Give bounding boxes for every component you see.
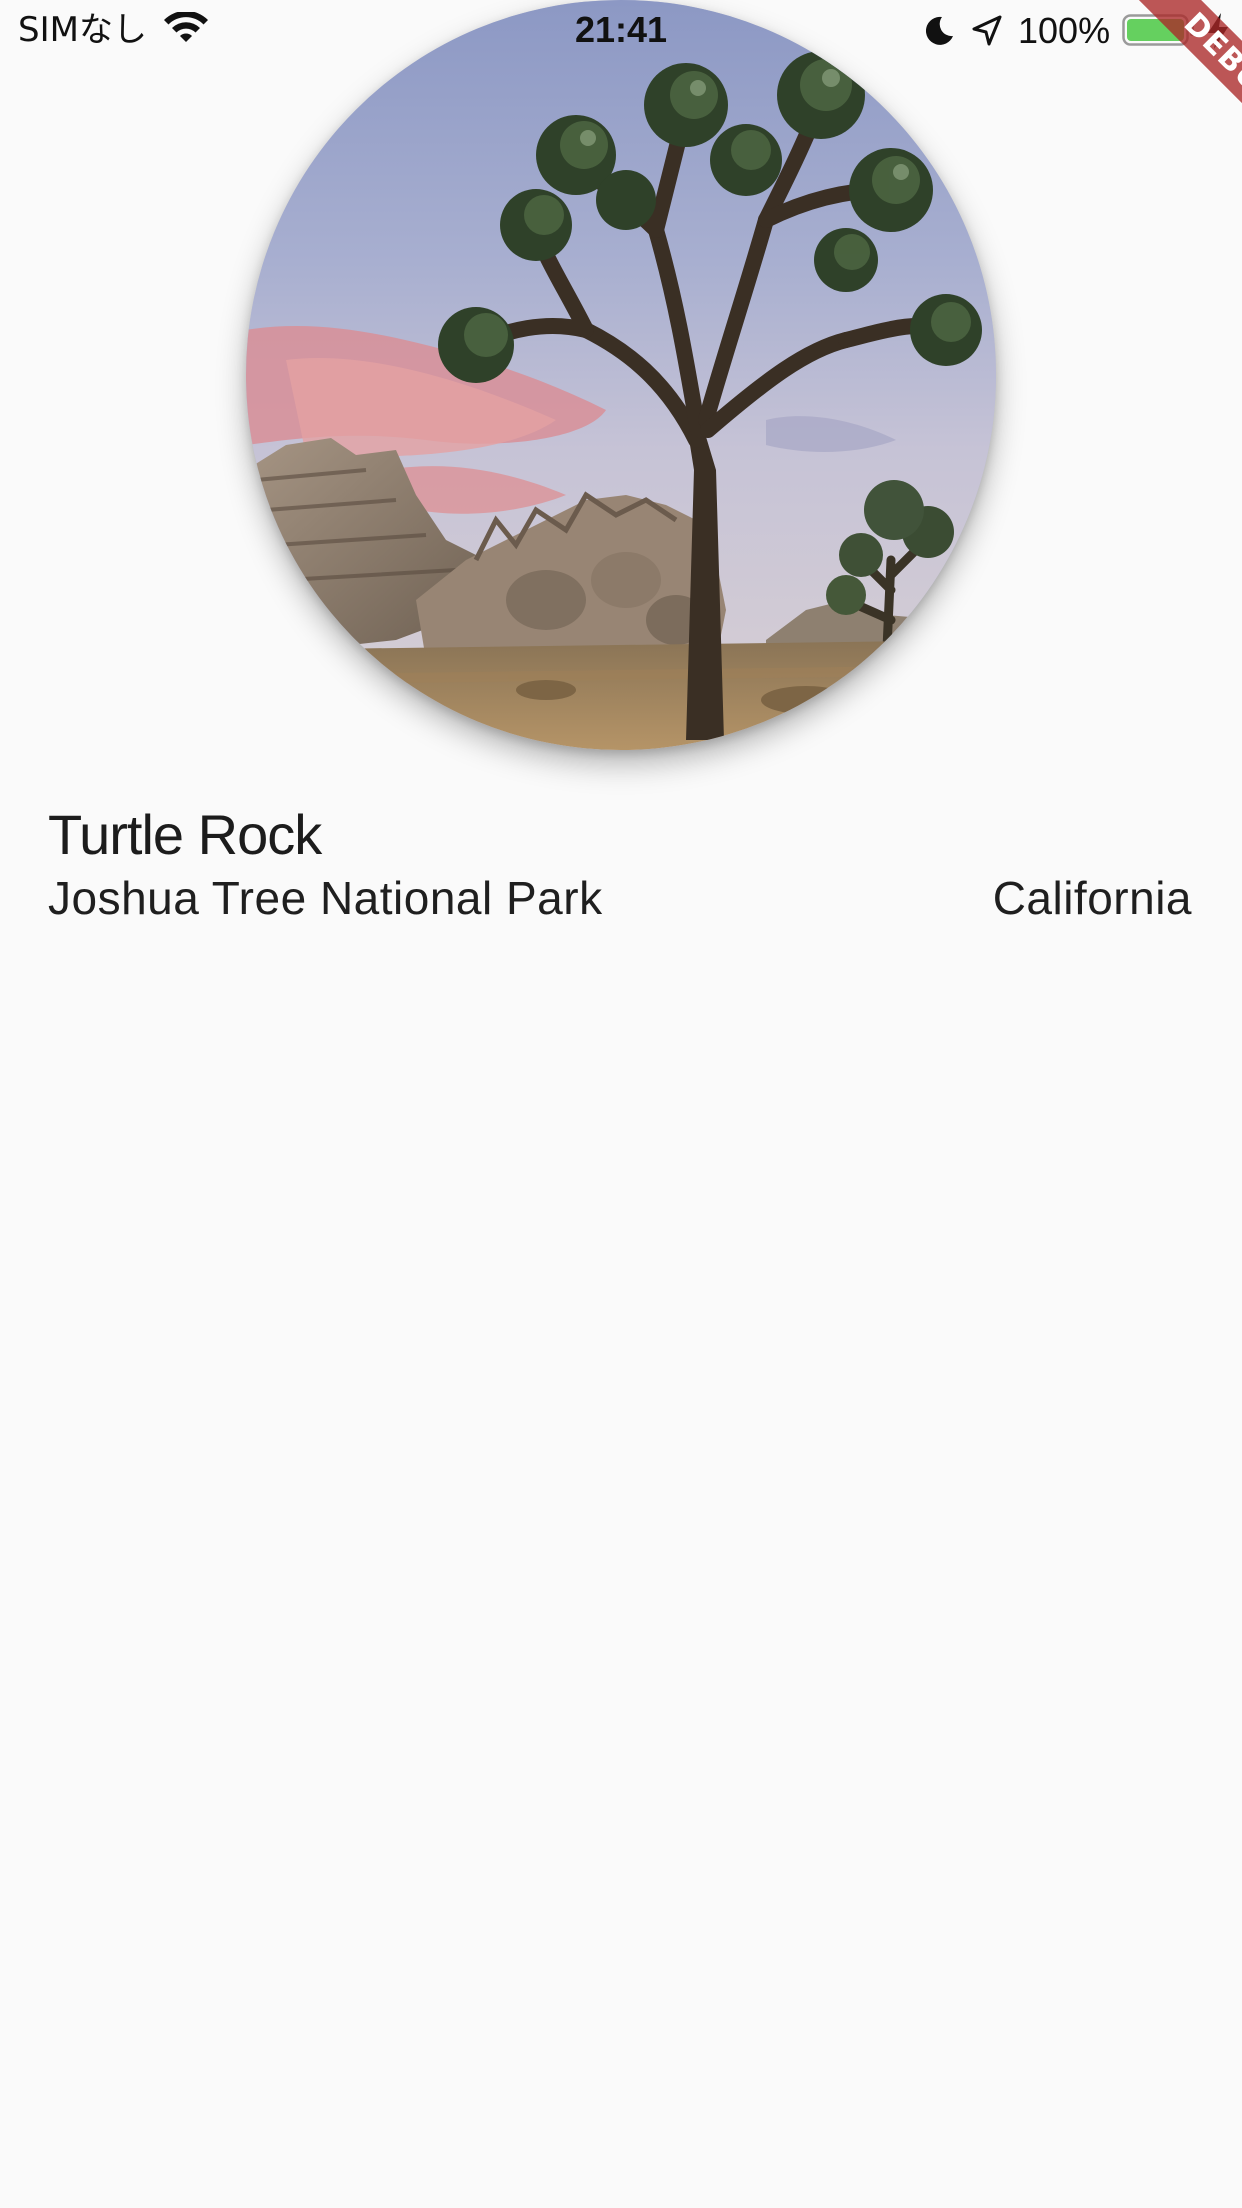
moon-icon (922, 14, 956, 48)
location-arrow-icon (970, 14, 1004, 48)
status-bar: SIMなし 21:41 100% (0, 0, 1242, 60)
charging-bolt-icon (1206, 12, 1230, 50)
landmark-photo (246, 0, 996, 750)
landmark-title: Turtle Rock (48, 803, 322, 866)
park-name: Joshua Tree National Park (48, 872, 603, 924)
battery-percent: 100% (1018, 10, 1111, 51)
state-name: California (992, 872, 1192, 924)
battery-icon (1122, 14, 1196, 46)
